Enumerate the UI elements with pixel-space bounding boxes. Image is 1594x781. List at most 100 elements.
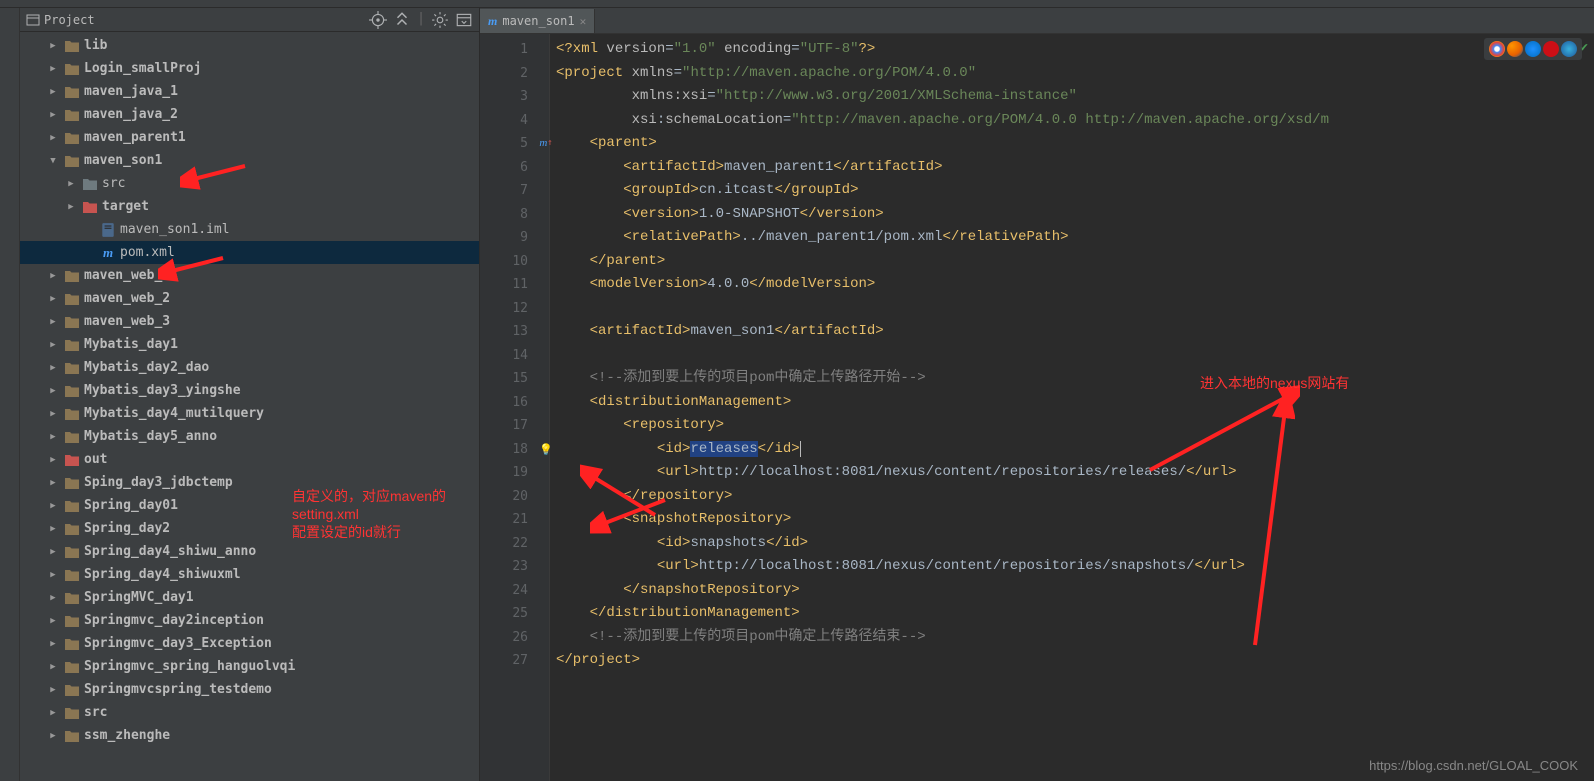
tree-arrow-icon[interactable]: ▶	[46, 62, 60, 76]
tree-item-label: maven_java_2	[84, 107, 178, 122]
tree-item[interactable]: ▶maven_java_1	[20, 80, 479, 103]
tree-item-label: Spring_day4_shiwuxml	[84, 567, 241, 582]
safari-icon[interactable]	[1525, 41, 1541, 57]
tree-item-label: SpringMVC_day1	[84, 590, 194, 605]
tree-item-label: Mybatis_day1	[84, 337, 178, 352]
tree-arrow-icon[interactable]: ▶	[46, 39, 60, 53]
tree-item[interactable]: ▶ Spring_day01	[20, 494, 479, 517]
tree-arrow-icon[interactable]: ▶	[46, 131, 60, 145]
tree-item-label: Springmvc_day3_Exception	[84, 636, 272, 651]
ie-icon[interactable]	[1561, 41, 1577, 57]
folder-icon	[64, 430, 80, 444]
line-number-gutter: 1234567891011121314151617181920212223242…	[480, 34, 536, 781]
tree-item-label: src	[102, 176, 125, 191]
tree-item[interactable]: ▶Sping_day3_jdbctemp	[20, 471, 479, 494]
tree-arrow-icon[interactable]: ▶	[46, 545, 60, 559]
project-panel-icon	[26, 13, 40, 27]
editor-tab-maven-son1[interactable]: m maven_son1 ✕	[480, 9, 595, 33]
tree-arrow-icon[interactable]: ▶	[46, 568, 60, 582]
tree-arrow-icon[interactable]: ▶	[46, 660, 60, 674]
tree-arrow-icon[interactable]: ▶	[46, 407, 60, 421]
tree-item[interactable]: mpom.xml	[20, 241, 479, 264]
editor-area: m maven_son1 ✕ ✔ 12345678910111213141516…	[480, 8, 1594, 781]
tree-item[interactable]: ▶ Spring_day4_shiwu_anno	[20, 540, 479, 563]
tree-arrow-icon[interactable]: ▶	[46, 499, 60, 513]
close-icon[interactable]: ✕	[580, 15, 587, 28]
tree-item[interactable]: ▶maven_web_2	[20, 287, 479, 310]
tree-arrow-icon[interactable]: ▶	[46, 522, 60, 536]
folder-icon	[64, 522, 80, 536]
folder-icon	[64, 384, 80, 398]
tree-item[interactable]: ▶Springmvc_spring_hanguolvqi	[20, 655, 479, 678]
tree-item[interactable]: ▶ maven_web_3	[20, 310, 479, 333]
tree-item[interactable]: ▶ssm_zhenghe	[20, 724, 479, 747]
tree-arrow-icon[interactable]	[82, 246, 96, 260]
tree-item[interactable]: ▶Mybatis_day4_mutilquery	[20, 402, 479, 425]
tree-item[interactable]: ▶Springmvc_day2inception	[20, 609, 479, 632]
tree-arrow-icon[interactable]: ▶	[46, 292, 60, 306]
tree-arrow-icon[interactable]: ▶	[46, 683, 60, 697]
maven-file-icon: m	[488, 14, 497, 29]
tree-item[interactable]: ▶ maven_parent1	[20, 126, 479, 149]
tree-item[interactable]: maven_son1.iml	[20, 218, 479, 241]
tree-item[interactable]: ▶src	[20, 701, 479, 724]
tree-item[interactable]: ▶Login_smallProj	[20, 57, 479, 80]
folder-icon	[64, 39, 80, 53]
firefox-icon[interactable]	[1507, 41, 1523, 57]
tree-arrow-icon[interactable]: ▶	[46, 706, 60, 720]
folder-icon	[64, 614, 80, 628]
tree-arrow-icon[interactable]: ▶	[46, 85, 60, 99]
code-editor[interactable]: <?xml version="1.0" encoding="UTF-8"?><p…	[550, 34, 1594, 781]
tree-item[interactable]: ▶ SpringMVC_day1	[20, 586, 479, 609]
hide-panel-icon[interactable]	[455, 11, 473, 29]
folder-icon	[64, 683, 80, 697]
tree-arrow-icon[interactable]: ▼	[46, 154, 60, 168]
collapse-all-icon[interactable]	[393, 11, 411, 29]
tree-item[interactable]: ▶out	[20, 448, 479, 471]
tree-arrow-icon[interactable]: ▶	[64, 200, 78, 214]
tree-arrow-icon[interactable]: ▶	[46, 384, 60, 398]
tree-item[interactable]: ▶lib	[20, 34, 479, 57]
tree-item[interactable]: ▶Spring_day2	[20, 517, 479, 540]
tree-arrow-icon[interactable]: ▶	[46, 315, 60, 329]
tree-item[interactable]: ▶Springmvcspring_testdemo	[20, 678, 479, 701]
chrome-icon[interactable]	[1489, 41, 1505, 57]
settings-icon[interactable]	[431, 11, 449, 29]
project-tree[interactable]: ▶lib▶Login_smallProj▶maven_java_1▶maven_…	[20, 32, 479, 781]
tree-item[interactable]: ▶Mybatis_day3_yingshe	[20, 379, 479, 402]
folder-icon	[82, 177, 98, 191]
tree-item-label: maven_web_3	[84, 314, 170, 329]
tree-item[interactable]: ▶maven_web_1	[20, 264, 479, 287]
tree-item[interactable]: ▶ Spring_day4_shiwuxml	[20, 563, 479, 586]
tree-item[interactable]: ▶ Mybatis_day1	[20, 333, 479, 356]
tree-arrow-icon[interactable]: ▶	[46, 637, 60, 651]
tree-arrow-icon[interactable]: ▶	[64, 177, 78, 191]
tree-arrow-icon[interactable]: ▶	[46, 614, 60, 628]
tree-arrow-icon[interactable]: ▶	[46, 269, 60, 283]
tree-item-label: maven_parent1	[84, 130, 186, 145]
tree-arrow-icon[interactable]	[82, 223, 96, 237]
tree-item-label: Spring_day01	[84, 498, 178, 513]
tree-arrow-icon[interactable]: ▶	[46, 591, 60, 605]
browser-preview-icons	[1484, 38, 1582, 60]
tree-item[interactable]: ▶Mybatis_day2_dao	[20, 356, 479, 379]
tree-item[interactable]: ▼maven_son1	[20, 149, 479, 172]
tree-arrow-icon[interactable]: ▶	[46, 361, 60, 375]
tree-item-label: Spring_day4_shiwu_anno	[84, 544, 256, 559]
tree-arrow-icon[interactable]: ▶	[46, 430, 60, 444]
tree-arrow-icon[interactable]: ▶	[46, 453, 60, 467]
tree-arrow-icon[interactable]: ▶	[46, 476, 60, 490]
editor-body: ✔ 12345678910111213141516171819202122232…	[480, 34, 1594, 781]
tree-arrow-icon[interactable]: ▶	[46, 338, 60, 352]
iml-file-icon	[100, 223, 116, 237]
tree-item[interactable]: ▶ maven_java_2	[20, 103, 479, 126]
locate-icon[interactable]	[369, 11, 387, 29]
tree-item[interactable]: ▶Mybatis_day5_anno	[20, 425, 479, 448]
tree-arrow-icon[interactable]: ▶	[46, 729, 60, 743]
tree-item[interactable]: ▶ src	[20, 172, 479, 195]
tree-arrow-icon[interactable]: ▶	[46, 108, 60, 122]
opera-icon[interactable]	[1543, 41, 1559, 57]
tree-item[interactable]: ▶target	[20, 195, 479, 218]
tree-item[interactable]: ▶ Springmvc_day3_Exception	[20, 632, 479, 655]
project-tool-header: Project |	[20, 8, 479, 32]
